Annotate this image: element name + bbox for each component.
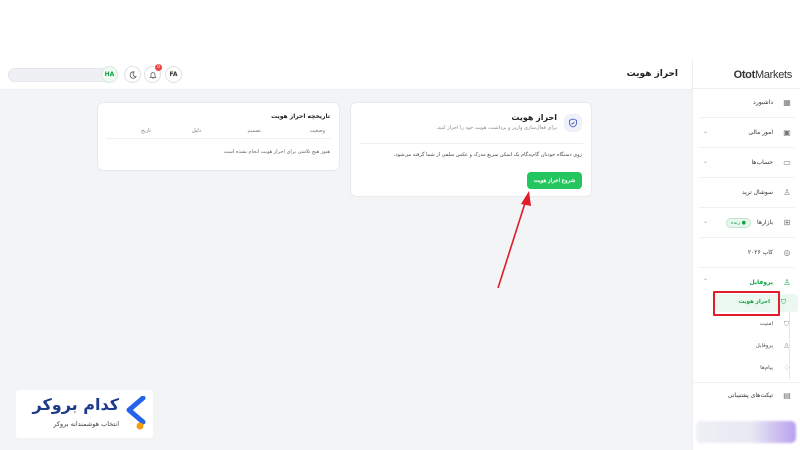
empty-state-text: هنوز هیچ تلاشی برای احراز هویت انجام نشد… — [223, 149, 330, 155]
markets-icon: ⊞ — [783, 218, 791, 227]
brand-name: کدام بروکر — [32, 395, 120, 414]
divider — [359, 143, 583, 144]
chevron-up-icon: ⌃ — [703, 278, 709, 285]
card-subtitle: برای فعال‌سازی واریز و برداشت، هویت خود … — [436, 125, 557, 131]
live-badge: ● زنده — [725, 218, 751, 228]
theme-toggle-button[interactable] — [124, 66, 141, 83]
sidebar-item-label: امور مالی — [748, 129, 773, 136]
sidebar-item-social-trade[interactable]: ♙ سوشال ترید — [693, 180, 800, 208]
ticket-icon: ▤ — [783, 391, 791, 400]
sidebar-item-label: کاپ ۲۰۲۶ — [747, 249, 773, 256]
social-trade-icon: ♙ — [783, 188, 791, 197]
card-description: روی دستگاه خودتان گام‌به‌گام یک اسکن سری… — [393, 152, 582, 158]
moon-icon — [129, 70, 137, 79]
chevron-down-icon: ⌄ — [703, 158, 709, 165]
language-button[interactable]: FA — [165, 66, 182, 83]
sidebar-item-label: پروفایل — [749, 279, 773, 286]
sidebar-item-accounts[interactable]: ⌄ ▭ حساب‌ها — [693, 150, 800, 178]
sidebar-item-label: سوشال ترید — [741, 189, 773, 196]
avatar[interactable]: HA — [101, 66, 118, 83]
top-header: HA 0 FA احراز هویت — [0, 60, 692, 90]
column-header-status: وضعیت — [309, 128, 326, 134]
divider — [699, 177, 795, 178]
column-header-decision: تصمیم — [247, 128, 261, 134]
sidebar-subitem-label: امنیت — [759, 321, 773, 327]
divider — [699, 267, 795, 268]
sidebar-item-label: حساب‌ها — [751, 159, 773, 166]
logo: OtotMarkets — [733, 69, 793, 81]
sidebar-item-dashboard[interactable]: ▦ داشبورد — [693, 90, 800, 118]
sidebar-item-label: بازارها — [757, 219, 773, 226]
divider — [699, 207, 795, 208]
accounts-icon: ▭ — [783, 158, 791, 167]
sidebar-subitem-profile[interactable]: ♙ پروفایل — [715, 337, 800, 357]
card-title: تاریخچه احراز هویت — [271, 113, 330, 120]
card-title: احراز هویت — [511, 113, 557, 122]
column-header-reason: دلیل — [191, 128, 201, 134]
sidebar-subitem-security[interactable]: ⛉ امنیت — [715, 315, 800, 335]
divider — [699, 237, 795, 238]
sidebar-item-finance[interactable]: ⌄ ▣ امور مالی — [693, 120, 800, 148]
divider — [106, 138, 331, 139]
notification-badge: 0 — [155, 64, 162, 71]
brand-logo: کدام بروکر انتخاب هوشمندانه بروکر — [16, 390, 153, 438]
chevron-down-icon: ⌄ — [703, 128, 709, 135]
sidebar: OtotMarkets ▦ داشبورد ⌄ ▣ امور مالی ⌄ ▭ … — [692, 60, 800, 450]
column-header-date: تاریخ — [141, 128, 151, 134]
sidebar-item-label: تیکت‌های پشتیبانی — [727, 392, 773, 399]
highlight-box — [713, 291, 780, 316]
shield-icon: ⛉ — [780, 298, 787, 306]
bell-icon: ♢ — [783, 364, 790, 372]
bell-icon — [148, 71, 157, 79]
sidebar-subitem-messages[interactable]: ♢ پیام‌ها — [715, 359, 800, 379]
sidebar-item-label: داشبورد — [753, 99, 773, 106]
wallet-icon: ▣ — [783, 128, 791, 137]
start-verification-button[interactable]: شروع احراز هویت — [527, 172, 582, 189]
sidebar-item-cup[interactable]: ◎ کاپ ۲۰۲۶ — [693, 240, 800, 268]
user-icon: ♙ — [783, 342, 790, 350]
divider — [699, 147, 795, 148]
sidebar-subitem-label: پیام‌ها — [760, 365, 773, 371]
verification-card: احراز هویت برای فعال‌سازی واریز و برداشت… — [350, 102, 592, 197]
divider — [693, 88, 800, 89]
brand-tagline: انتخاب هوشمندانه بروکر — [53, 420, 119, 428]
blurred-account-card — [696, 421, 796, 443]
brand-chevron-icon — [126, 396, 146, 430]
shield-icon — [564, 114, 582, 132]
language-label: FA — [169, 71, 178, 78]
notifications-button[interactable]: 0 — [144, 64, 162, 83]
page-title: احراز هویت — [626, 69, 678, 79]
sidebar-subitem-label: پروفایل — [755, 343, 773, 349]
dashboard-icon: ▦ — [783, 98, 791, 107]
verification-history-card: تاریخچه احراز هویت وضعیت تصمیم دلیل تاری… — [97, 102, 340, 171]
chevron-down-icon: ⌄ — [703, 218, 709, 225]
user-icon: ♙ — [783, 278, 791, 287]
cup-icon: ◎ — [783, 248, 791, 257]
sidebar-item-markets[interactable]: ⌄ ⊞ بازارها ● زنده — [693, 210, 800, 238]
divider — [699, 117, 795, 118]
sidebar-item-support[interactable]: ▤ تیکت‌های پشتیبانی — [693, 382, 800, 410]
lock-icon: ⛉ — [783, 320, 790, 328]
